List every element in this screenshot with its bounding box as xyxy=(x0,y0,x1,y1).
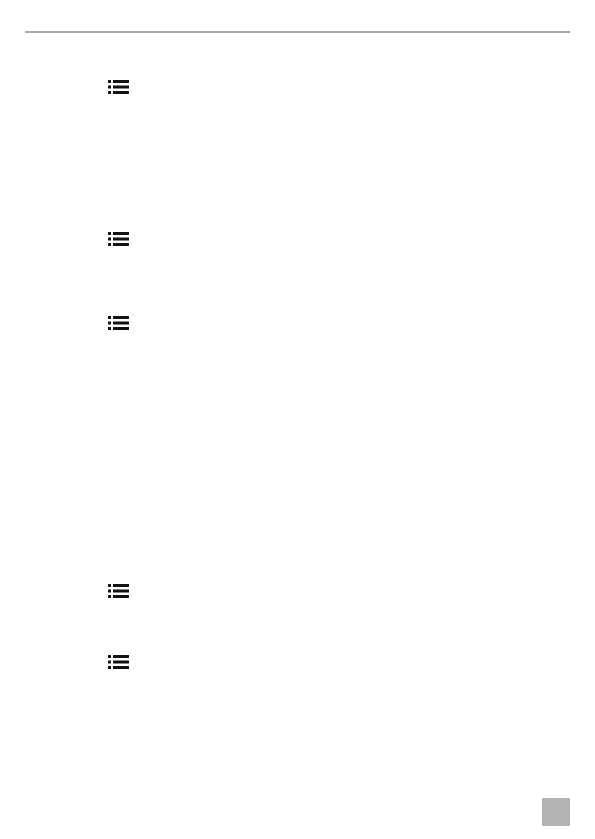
list-icon xyxy=(108,584,129,598)
list-icon xyxy=(108,655,129,669)
page-tab-marker xyxy=(542,798,570,826)
list-icon xyxy=(108,316,129,330)
header-rule xyxy=(25,31,570,33)
list-icon xyxy=(108,80,129,94)
list-icon xyxy=(108,232,129,246)
